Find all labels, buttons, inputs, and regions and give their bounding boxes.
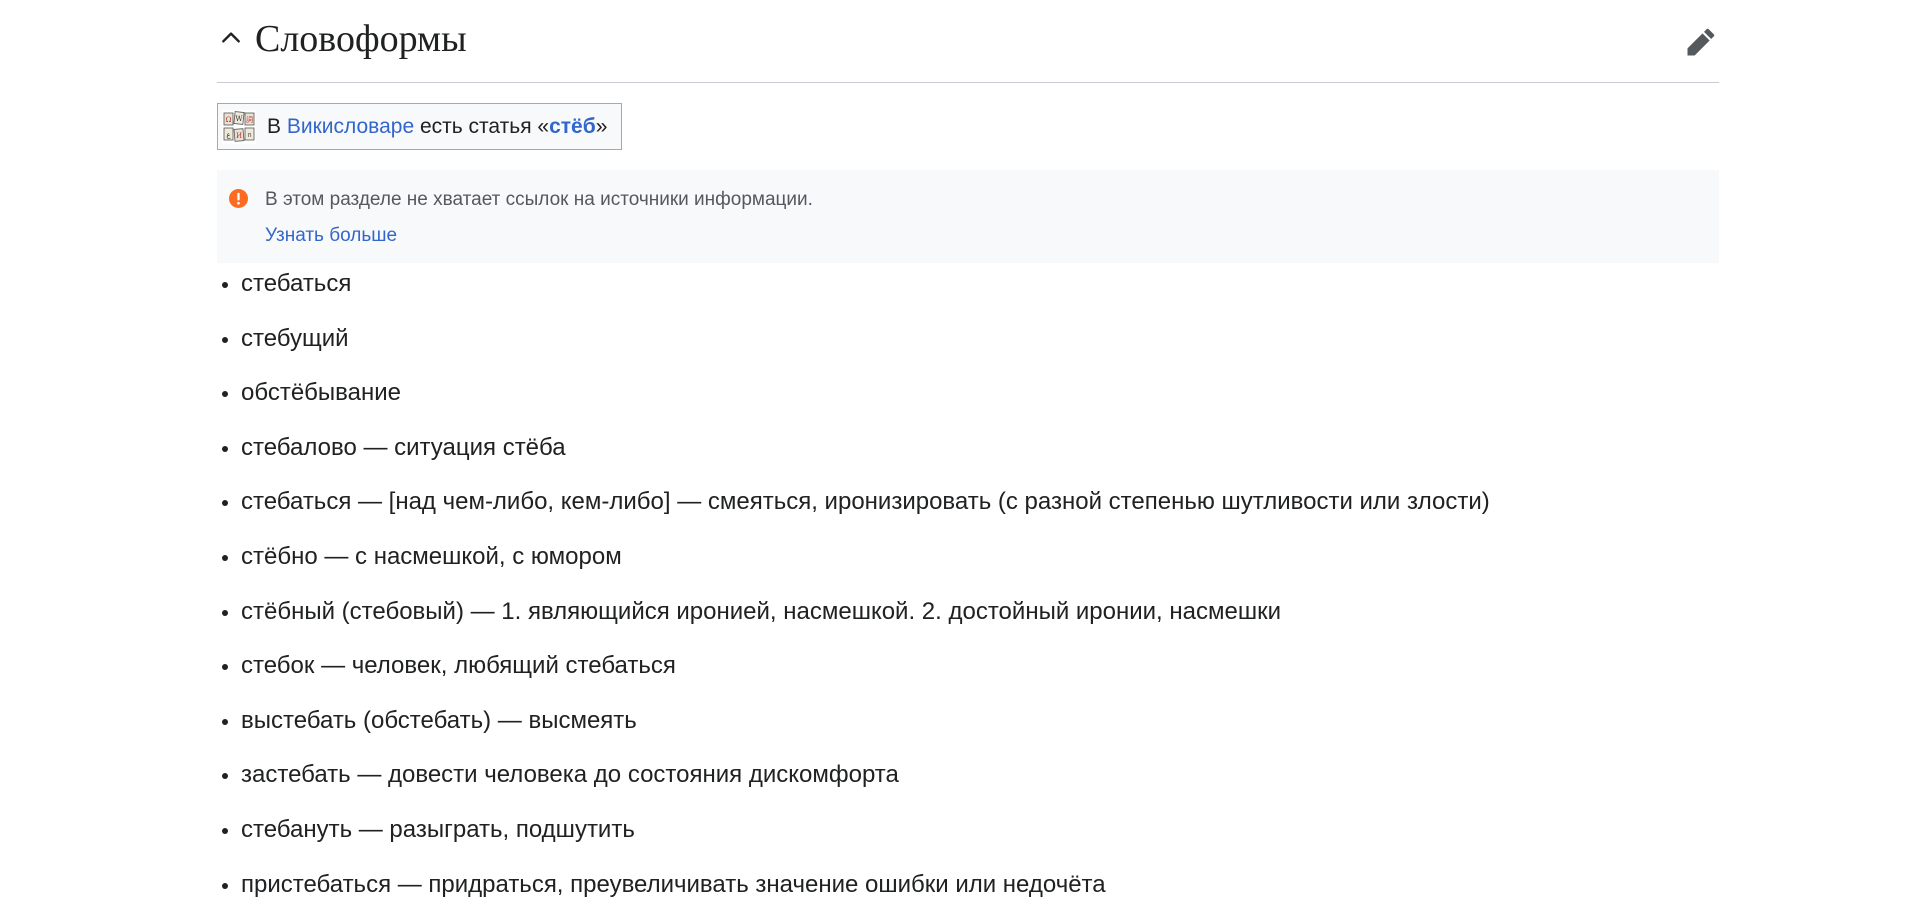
list-item: стебаться <box>222 266 1490 321</box>
article-content: Словоформы Ω W 詞 ع И ก В Викисловаре ест… <box>217 0 1719 898</box>
list-item: стёбный (стебовый) — 1. являющийся ирони… <box>222 594 1490 649</box>
notice-text: В этом разделе не хватает ссылок на исто… <box>265 189 813 210</box>
chevron-up-icon[interactable] <box>217 24 245 52</box>
list-item: застебать — довести человека до состояни… <box>222 757 1490 812</box>
word-forms-list: стебаться стебущий обстёбывание стебалов… <box>217 266 1490 921</box>
list-item: обстёбывание <box>222 375 1490 430</box>
list-item: стебаться — [над чем-либо, кем-либо] — с… <box>222 484 1490 539</box>
list-item: стебалово — ситуация стёба <box>222 430 1490 485</box>
wiktionary-logo-icon: Ω W 詞 ع И ก <box>222 109 256 144</box>
list-item: выстебать (обстебать) — высмеять <box>222 703 1490 758</box>
svg-text:Ω: Ω <box>226 116 232 124</box>
list-item: стебок — человек, любящий стебаться <box>222 648 1490 703</box>
svg-text:詞: 詞 <box>246 115 253 124</box>
wiktionary-suffix: » <box>595 114 608 138</box>
wiktionary-middle: есть статья « <box>414 114 550 138</box>
wiktionary-box: Ω W 詞 ع И ก В Викисловаре есть статья « … <box>217 103 623 150</box>
wiktionary-link[interactable]: Викисловаре <box>287 115 414 139</box>
section-header: Словоформы <box>217 0 1719 83</box>
wiktionary-prefix: В <box>267 114 287 138</box>
list-item: пристебаться — придраться, преувеличиват… <box>222 867 1490 921</box>
svg-text:И: И <box>236 132 242 140</box>
svg-text:ก: ก <box>247 131 251 139</box>
section-title: Словоформы <box>255 18 467 60</box>
list-item: стебануть — разыграть, подшутить <box>222 812 1490 867</box>
exclamation-circle-icon <box>229 189 248 208</box>
svg-text:W: W <box>235 115 243 123</box>
sources-notice: В этом разделе не хватает ссылок на исто… <box>217 170 1719 263</box>
list-item: стебущий <box>222 321 1490 376</box>
pencil-icon[interactable] <box>1683 24 1719 60</box>
learn-more-link[interactable]: Узнать больше <box>265 224 397 248</box>
list-item: стёбно — с насмешкой, с юмором <box>222 539 1490 594</box>
wiktionary-article-link[interactable]: стёб <box>549 115 596 139</box>
